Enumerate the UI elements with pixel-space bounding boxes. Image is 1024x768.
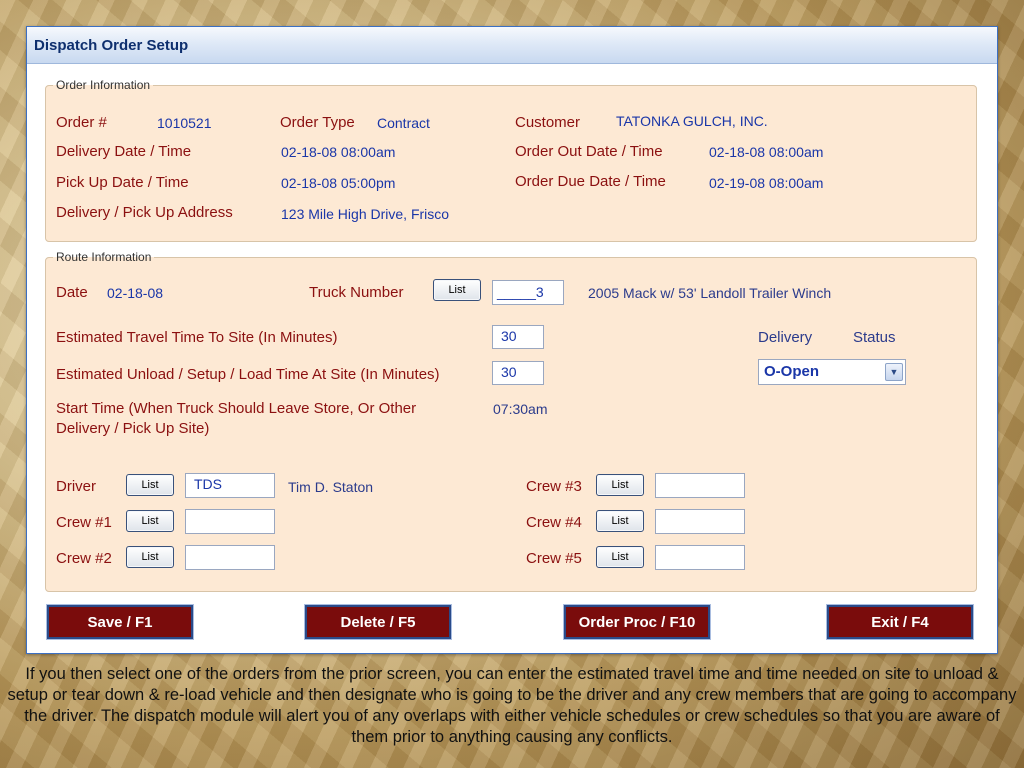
crew1-list-button[interactable]: List bbox=[126, 510, 174, 532]
address-label: Delivery / Pick Up Address bbox=[56, 204, 233, 221]
route-date-value: 02-18-08 bbox=[107, 285, 164, 301]
customer-label: Customer bbox=[515, 114, 581, 131]
chevron-down-icon[interactable]: ▼ bbox=[885, 363, 903, 381]
slide-caption: If you then select one of the orders fro… bbox=[7, 665, 1017, 746]
truck-number-label: Truck Number bbox=[309, 284, 404, 301]
crew2-list-button[interactable]: List bbox=[126, 546, 174, 568]
status-select[interactable]: O-Open ▼ bbox=[758, 359, 906, 385]
truck-number-input[interactable]: _____3 bbox=[492, 280, 564, 305]
driver-name: Tim D. Staton bbox=[288, 479, 374, 495]
route-info-legend: Route Information bbox=[56, 250, 152, 264]
status-label: Status bbox=[853, 329, 896, 346]
delivery-label: Delivery bbox=[758, 329, 813, 346]
travel-time-label: Estimated Travel Time To Site (In Minute… bbox=[56, 329, 338, 346]
order-due-datetime-value: 02-19-08 08:00am bbox=[709, 175, 824, 191]
driver-list-button[interactable]: List bbox=[126, 474, 174, 496]
driver-code-input[interactable]: TDS bbox=[185, 473, 275, 498]
travel-time-input[interactable]: 30 bbox=[492, 325, 544, 349]
order-info-legend: Order Information bbox=[56, 78, 151, 92]
crew5-input[interactable] bbox=[655, 545, 745, 570]
pickup-datetime-value: 02-18-08 05:00pm bbox=[281, 175, 396, 191]
crew1-input[interactable] bbox=[185, 509, 275, 534]
save-button[interactable]: Save / F1 bbox=[46, 604, 194, 640]
dispatch-order-window: Dispatch Order Setup Order Information O… bbox=[26, 26, 998, 654]
start-time-label-line1: Start Time (When Truck Should Leave Stor… bbox=[56, 400, 417, 417]
crew4-input[interactable] bbox=[655, 509, 745, 534]
crew5-list-button[interactable]: List bbox=[596, 546, 644, 568]
driver-label: Driver bbox=[56, 478, 96, 495]
order-out-datetime-value: 02-18-08 08:00am bbox=[709, 144, 824, 160]
order-out-datetime-label: Order Out Date / Time bbox=[515, 143, 663, 160]
window-title: Dispatch Order Setup bbox=[27, 27, 997, 64]
order-number-label: Order # bbox=[56, 114, 107, 131]
truck-description: 2005 Mack w/ 53' Landoll Trailer Winch bbox=[588, 285, 832, 301]
address-value: 123 Mile High Drive, Frisco bbox=[281, 206, 450, 222]
order-number-value: 1010521 bbox=[157, 115, 212, 131]
customer-value: TATONKA GULCH, INC. bbox=[616, 113, 768, 129]
order-type-value: Contract bbox=[377, 115, 430, 131]
order-type-label: Order Type bbox=[280, 114, 355, 131]
delivery-datetime-value: 02-18-08 08:00am bbox=[281, 144, 396, 160]
route-date-label: Date bbox=[56, 284, 88, 301]
unload-time-input[interactable]: 30 bbox=[492, 361, 544, 385]
pickup-datetime-label: Pick Up Date / Time bbox=[56, 174, 189, 191]
crew2-label: Crew #2 bbox=[56, 550, 112, 567]
crew2-input[interactable] bbox=[185, 545, 275, 570]
delete-button[interactable]: Delete / F5 bbox=[304, 604, 452, 640]
exit-button[interactable]: Exit / F4 bbox=[826, 604, 974, 640]
crew3-list-button[interactable]: List bbox=[596, 474, 644, 496]
status-select-value: O-Open bbox=[764, 363, 819, 380]
delivery-datetime-label: Delivery Date / Time bbox=[56, 143, 192, 160]
crew5-label: Crew #5 bbox=[526, 550, 582, 567]
crew1-label: Crew #1 bbox=[56, 514, 112, 531]
start-time-value: 07:30am bbox=[493, 401, 548, 417]
crew4-label: Crew #4 bbox=[526, 514, 582, 531]
start-time-label-line2: Delivery / Pick Up Site) bbox=[56, 420, 210, 437]
order-due-datetime-label: Order Due Date / Time bbox=[515, 173, 666, 190]
crew4-list-button[interactable]: List bbox=[596, 510, 644, 532]
truck-list-button[interactable]: List bbox=[433, 279, 481, 301]
unload-time-label: Estimated Unload / Setup / Load Time At … bbox=[56, 366, 440, 383]
crew3-label: Crew #3 bbox=[526, 478, 582, 495]
crew3-input[interactable] bbox=[655, 473, 745, 498]
order-proc-button[interactable]: Order Proc / F10 bbox=[563, 604, 711, 640]
